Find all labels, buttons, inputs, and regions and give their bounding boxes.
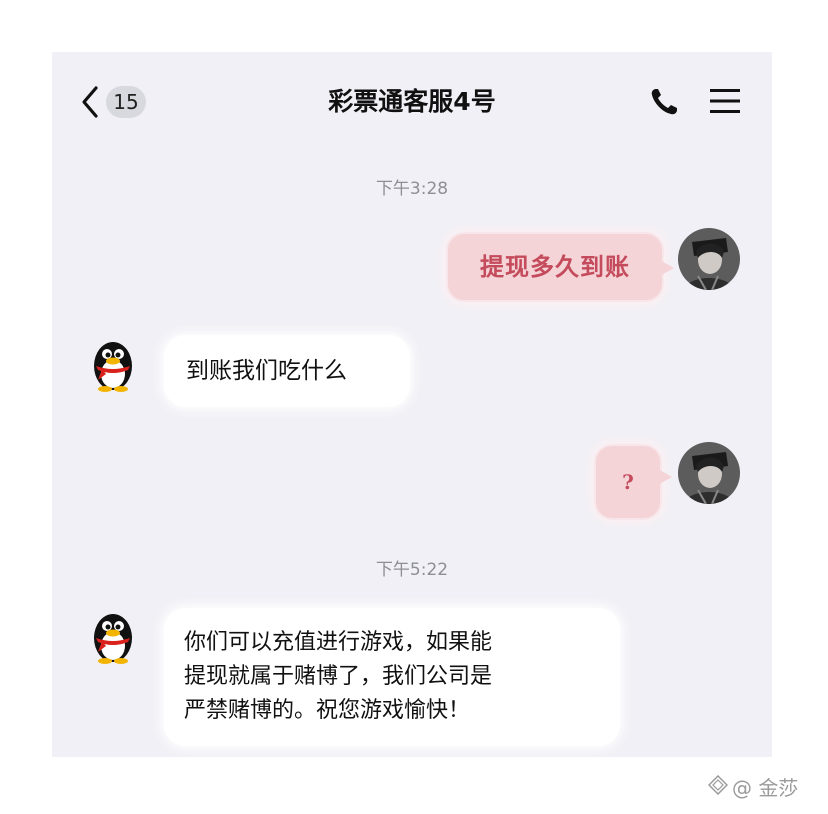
sent-message-bubble[interactable]: ? (594, 444, 662, 520)
sent-message-bubble[interactable]: 提现多久到账 (446, 232, 664, 302)
chat-header: 15 彩票通客服4号 (52, 52, 772, 150)
message-line: 提现就属于赌博了，我们公司是 (184, 664, 493, 689)
back-button[interactable]: 15 (78, 82, 158, 122)
bubble-tail-icon (658, 259, 674, 277)
message-text: 你们可以充值进行游戏，如果能 提现就属于赌博了，我们公司是 严禁赌博的。祝您游戏… (184, 626, 492, 728)
message-text: 提现多久到账 (480, 252, 630, 281)
chat-screen: 15 彩票通客服4号 下午3:28 提现多久到账 到账我们吃什么 ? 下午5:2… (52, 52, 772, 757)
qq-penguin-icon[interactable] (82, 604, 144, 666)
received-message-bubble[interactable]: 你们可以充值进行游戏，如果能 提现就属于赌博了，我们公司是 严禁赌博的。祝您游戏… (164, 608, 620, 746)
back-chevron-icon (82, 86, 98, 118)
user-avatar-icon[interactable] (678, 442, 740, 504)
watermark-icon (708, 775, 728, 795)
user-avatar-icon[interactable] (678, 228, 740, 290)
received-message-bubble[interactable]: 到账我们吃什么 (164, 335, 410, 407)
message-line: 你们可以充值进行游戏，如果能 (184, 630, 493, 655)
timestamp: 下午5:22 (375, 560, 449, 580)
message-text: ? (622, 470, 634, 494)
message-line: 严禁赌博的。祝您游戏愉快！ (184, 698, 471, 723)
menu-icon[interactable] (708, 86, 742, 116)
bubble-tail-icon (656, 468, 672, 486)
timestamp: 下午3:28 (375, 179, 449, 199)
chat-title: 彩票通客服4号 (328, 87, 496, 116)
watermark-text: @ 金莎 (732, 776, 799, 800)
message-text: 到账我们吃什么 (186, 358, 347, 384)
qq-penguin-icon[interactable] (82, 332, 144, 394)
unread-count-badge: 15 (106, 86, 146, 118)
phone-icon[interactable] (648, 86, 680, 118)
